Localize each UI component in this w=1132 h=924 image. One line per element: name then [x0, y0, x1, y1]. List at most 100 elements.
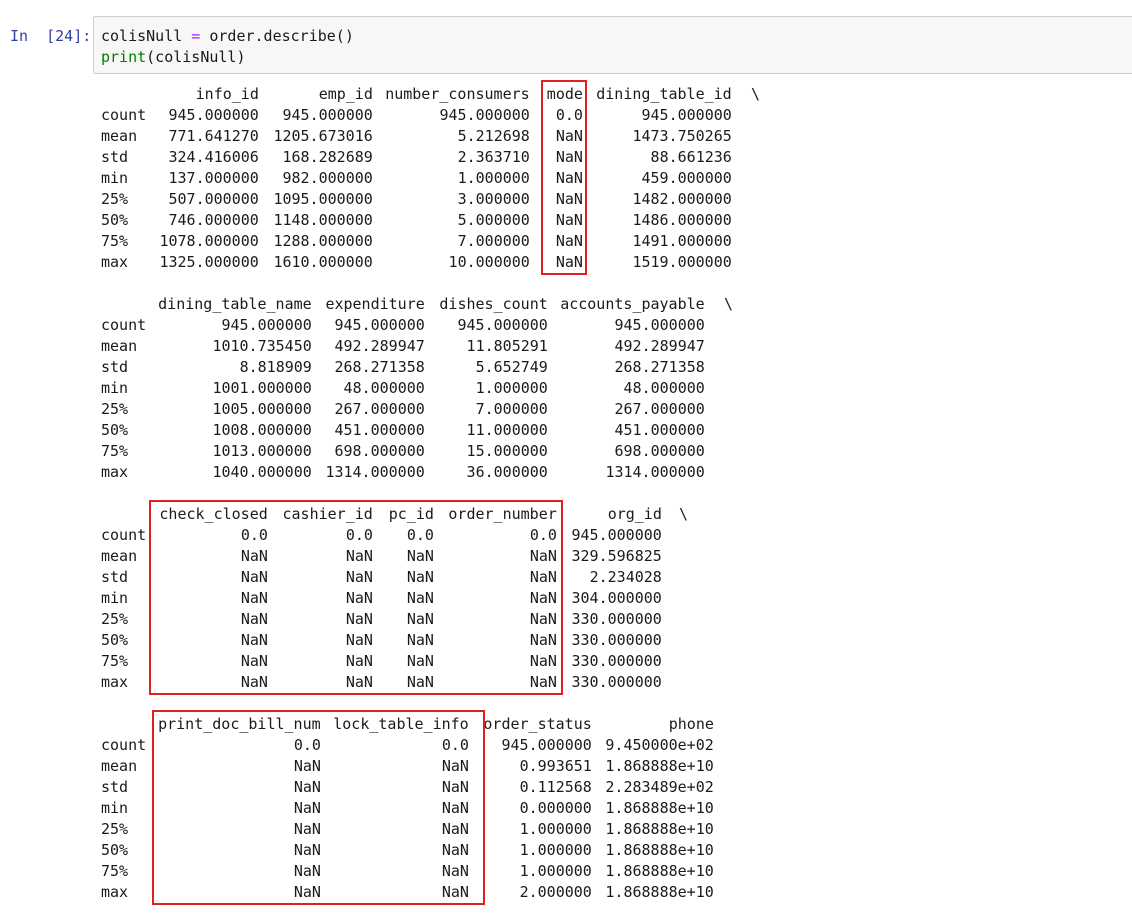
- table-cell: NaN: [441, 778, 469, 796]
- table-cell: 0.0: [441, 736, 469, 754]
- row-index-label: min: [101, 379, 129, 397]
- row-index-label: 75%: [101, 862, 129, 880]
- table-cell: NaN: [345, 568, 373, 586]
- code-input-area[interactable]: colisNull = order.describe() print(colis…: [93, 16, 1132, 74]
- table-cell: 7.000000: [475, 400, 548, 418]
- row-index-label: count: [101, 316, 147, 334]
- table-cell: 10.000000: [448, 253, 530, 271]
- row-index-label: std: [101, 568, 129, 586]
- table-cell: 1.868888e+10: [605, 883, 714, 901]
- row-index-label: 50%: [101, 631, 129, 649]
- row-index-label: 50%: [101, 211, 129, 229]
- table-cell: NaN: [406, 631, 434, 649]
- table-cell: NaN: [441, 883, 469, 901]
- column-header: dining_table_id: [596, 85, 732, 103]
- row-index-label: min: [101, 589, 129, 607]
- table-cell: 945.000000: [221, 316, 312, 334]
- row-index-label: mean: [101, 337, 138, 355]
- table-cell: NaN: [555, 211, 583, 229]
- table-cell: NaN: [406, 652, 434, 670]
- row-index-label: max: [101, 883, 129, 901]
- table-cell: 945.000000: [457, 316, 548, 334]
- table-cell: NaN: [240, 568, 268, 586]
- table-cell: 1325.000000: [159, 253, 259, 271]
- table-cell: 945.000000: [641, 106, 732, 124]
- row-index-label: 50%: [101, 421, 129, 439]
- table-cell: 2.000000: [519, 883, 592, 901]
- table-cell: NaN: [529, 610, 557, 628]
- column-header: order_status: [483, 715, 592, 733]
- table-cell: NaN: [555, 148, 583, 166]
- table-cell: NaN: [293, 841, 321, 859]
- table-cell: 268.271358: [614, 358, 705, 376]
- table-cell: NaN: [441, 757, 469, 775]
- table-cell: NaN: [529, 547, 557, 565]
- table-cell: 5.000000: [457, 211, 530, 229]
- table-cell: 1.000000: [519, 862, 592, 880]
- table-cell: NaN: [293, 820, 321, 838]
- code-line-1: colisNull = order.describe(): [101, 27, 354, 45]
- table-cell: 1.868888e+10: [605, 862, 714, 880]
- table-cell: 0.0: [345, 526, 373, 544]
- table-cell: 0.000000: [519, 799, 592, 817]
- table-cell: 0.0: [240, 526, 268, 544]
- column-header: check_closed: [159, 505, 268, 523]
- table-cell: 982.000000: [282, 169, 373, 187]
- table-cell: 1095.000000: [273, 190, 373, 208]
- code-line-2: print(colisNull): [101, 48, 246, 66]
- table-cell: NaN: [240, 652, 268, 670]
- table-cell: NaN: [555, 190, 583, 208]
- table-cell: NaN: [406, 673, 434, 691]
- table-cell: 329.596825: [571, 547, 662, 565]
- column-header: cashier_id: [282, 505, 373, 523]
- row-index-label: max: [101, 463, 129, 481]
- table-cell: 5.652749: [475, 358, 548, 376]
- row-index-label: 25%: [101, 610, 129, 628]
- line-continuation: \: [679, 505, 689, 523]
- row-index-label: std: [101, 778, 129, 796]
- row-index-label: 50%: [101, 841, 129, 859]
- table-cell: 1473.750265: [632, 127, 732, 145]
- column-header: dining_table_name: [158, 295, 312, 313]
- table-cell: 1.000000: [475, 379, 548, 397]
- table-cell: 330.000000: [571, 652, 662, 670]
- table-cell: NaN: [529, 631, 557, 649]
- table-cell: 1.868888e+10: [605, 799, 714, 817]
- table-cell: 1.000000: [519, 820, 592, 838]
- table-cell: 11.000000: [466, 421, 548, 439]
- row-index-label: mean: [101, 547, 138, 565]
- table-cell: 698.000000: [614, 442, 705, 460]
- table-cell: NaN: [441, 799, 469, 817]
- table-cell: 451.000000: [614, 421, 705, 439]
- table-cell: NaN: [555, 253, 583, 271]
- table-cell: 3.000000: [457, 190, 530, 208]
- row-index-label: min: [101, 169, 129, 187]
- table-cell: 0.993651: [519, 757, 592, 775]
- table-cell: 2.363710: [457, 148, 530, 166]
- column-header: dishes_count: [439, 295, 548, 313]
- row-index-label: count: [101, 526, 147, 544]
- table-cell: NaN: [345, 631, 373, 649]
- table-cell: 0.0: [406, 526, 434, 544]
- table-cell: NaN: [240, 673, 268, 691]
- table-cell: 945.000000: [439, 106, 530, 124]
- table-cell: NaN: [293, 757, 321, 775]
- table-cell: NaN: [345, 547, 373, 565]
- table-cell: 1008.000000: [212, 421, 312, 439]
- table-cell: NaN: [293, 883, 321, 901]
- table-cell: 1482.000000: [632, 190, 732, 208]
- table-cell: NaN: [345, 610, 373, 628]
- column-header: mode: [546, 85, 583, 103]
- table-cell: NaN: [406, 547, 434, 565]
- table-cell: 1491.000000: [632, 232, 732, 250]
- row-index-label: std: [101, 358, 129, 376]
- table-cell: 1078.000000: [159, 232, 259, 250]
- table-cell: 48.000000: [343, 379, 425, 397]
- table-cell: NaN: [529, 589, 557, 607]
- row-index-label: count: [101, 106, 147, 124]
- table-cell: 48.000000: [623, 379, 705, 397]
- table-cell: 0.0: [293, 736, 321, 754]
- row-index-label: 25%: [101, 820, 129, 838]
- table-cell: NaN: [240, 547, 268, 565]
- code-var: colisNull: [101, 27, 183, 45]
